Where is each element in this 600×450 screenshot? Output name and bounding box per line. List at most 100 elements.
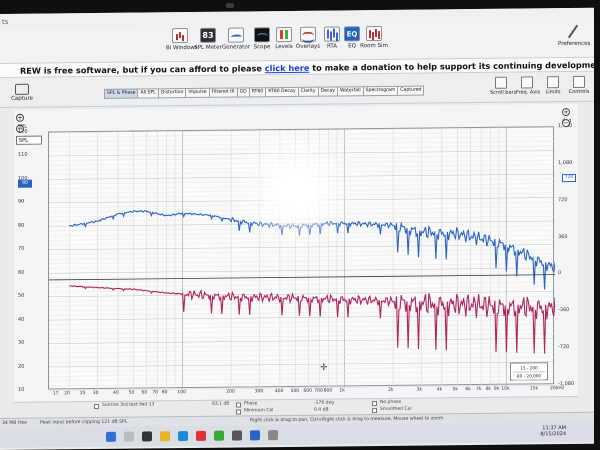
room-sim-label: Room Sim bbox=[360, 42, 388, 50]
tab-spectrogram[interactable]: Spectrogram bbox=[363, 85, 399, 97]
grid-line-horizontal bbox=[49, 267, 555, 274]
scroll-bars-button[interactable]: Scroll bars bbox=[490, 76, 516, 96]
x-tick-label: 40 bbox=[112, 390, 119, 396]
left-tick-label: 20 bbox=[18, 363, 25, 370]
tab-all-spl[interactable]: All SPL bbox=[138, 88, 159, 99]
spl-meter-button[interactable]: 83 SPL Meter bbox=[194, 27, 222, 51]
screen-glare bbox=[232, 130, 362, 250]
x-tick-label: 800 bbox=[323, 388, 333, 394]
grid-line-horizontal bbox=[49, 356, 555, 363]
tab-filtered-ir[interactable]: Filtered IR bbox=[209, 87, 238, 98]
x-tick-label: 5k bbox=[452, 387, 458, 393]
camera-icon bbox=[15, 83, 29, 95]
zoom-in-icon[interactable]: + bbox=[16, 113, 24, 122]
x-tick-label: 400 bbox=[274, 389, 284, 395]
left-tick-label: 110 bbox=[18, 152, 28, 159]
left-tick-label: 40 bbox=[18, 316, 25, 323]
status-hint: Right click & drag to pan, Ctrl+Right cl… bbox=[250, 416, 444, 424]
legend-swatch-smoothed[interactable] bbox=[372, 408, 377, 414]
tab-rt60[interactable]: RT60 bbox=[249, 87, 267, 98]
spl-select[interactable]: SPL bbox=[16, 135, 42, 145]
left-tick-label: 80 bbox=[18, 222, 25, 229]
x-tick-label: 200 bbox=[226, 389, 235, 395]
x-tick-label: 500 bbox=[290, 388, 300, 394]
edge-icon[interactable] bbox=[178, 431, 188, 442]
left-tick-label: 90 bbox=[18, 199, 25, 206]
preferences-button[interactable]: Preferences bbox=[558, 24, 590, 47]
search-icon[interactable] bbox=[124, 431, 134, 442]
right-tick-label: 1,080 bbox=[558, 159, 573, 167]
grid-line-horizontal bbox=[49, 319, 555, 326]
wrench-icon bbox=[566, 24, 580, 39]
limits-label: Limits bbox=[545, 89, 561, 96]
x-tick-label: 2k bbox=[388, 387, 394, 393]
right-marker-value: 720 bbox=[562, 173, 576, 183]
left-tick-label: 100 bbox=[18, 175, 28, 182]
x-tick-label: 50 bbox=[128, 390, 135, 396]
freq-axis-icon bbox=[521, 76, 533, 89]
rew-taskbar-icon[interactable] bbox=[250, 430, 260, 441]
generator-icon bbox=[228, 27, 244, 43]
x-tick-label: 8k bbox=[485, 386, 492, 392]
start-icon[interactable] bbox=[106, 431, 116, 442]
legend-swatch-no-phase[interactable] bbox=[372, 401, 377, 407]
legend-swatch-minimum[interactable] bbox=[236, 409, 241, 415]
tab-distortion[interactable]: Distortion bbox=[158, 88, 187, 99]
task-view-icon[interactable] bbox=[142, 431, 152, 442]
controls-icon bbox=[573, 75, 585, 88]
tab-waterfall[interactable]: Waterfall bbox=[338, 86, 364, 97]
explorer-icon[interactable] bbox=[160, 431, 170, 442]
legend-smoothed: Smoothed Cal bbox=[380, 406, 412, 413]
generator-button[interactable]: Generator bbox=[222, 27, 250, 51]
grid-line-horizontal bbox=[49, 338, 555, 344]
tab-decay[interactable]: Decay bbox=[318, 86, 339, 97]
x-tick-label: 6k bbox=[465, 387, 471, 393]
legend-swatch-phase[interactable] bbox=[236, 402, 241, 408]
levels-icon bbox=[276, 26, 292, 43]
x-tick-label: 25 bbox=[79, 391, 86, 397]
controls-button[interactable]: Controls bbox=[568, 75, 590, 95]
tab-spl-phase[interactable]: SPL & Phase bbox=[104, 88, 139, 99]
tab-impulse[interactable]: Impulse bbox=[186, 87, 210, 99]
legend-swatch-spl[interactable] bbox=[94, 403, 99, 410]
x-tick-label: 9k bbox=[493, 386, 500, 392]
right-tick-label: 720 bbox=[558, 196, 568, 203]
banner-suffix: to make a donation to help support its c… bbox=[309, 59, 594, 73]
legend-phase-value: -176 deg bbox=[314, 400, 335, 406]
limits-button[interactable]: Limits bbox=[542, 76, 564, 95]
grid-line-horizontal bbox=[49, 262, 555, 269]
tab-captured[interactable]: Captured bbox=[398, 85, 425, 96]
range-box: 15 - 200 80 - 20,000 bbox=[510, 362, 548, 381]
capture-button[interactable]: Capture bbox=[8, 83, 36, 102]
freq-axis-label: Freq. Axis bbox=[516, 89, 541, 96]
x-tick-label: 300 bbox=[254, 389, 264, 395]
app-icon-1[interactable] bbox=[196, 430, 206, 441]
legend-minimum-value: 0.4 dB bbox=[314, 407, 329, 413]
taskbar-clock[interactable]: 11:37 AM 8/15/2024 bbox=[540, 425, 566, 437]
range-row-2: 80 - 20,000 bbox=[513, 372, 545, 381]
scope-icon bbox=[254, 27, 270, 43]
left-tick-label: 60 bbox=[18, 269, 25, 276]
right-tick-label: 360 bbox=[558, 233, 568, 240]
app-icon-4[interactable] bbox=[268, 430, 278, 441]
tab-gd[interactable]: GD bbox=[237, 87, 250, 98]
app-icon-2[interactable] bbox=[214, 430, 224, 441]
tab-rt60-decay[interactable]: RT60 Decay bbox=[266, 86, 299, 98]
overlays-icon bbox=[300, 26, 316, 42]
room-sim-icon bbox=[366, 25, 382, 42]
x-tick-label: 700 bbox=[314, 388, 323, 394]
tab-clarity[interactable]: Clarity bbox=[298, 86, 319, 97]
donate-link[interactable]: click here bbox=[265, 63, 310, 73]
right-tick-label: -360 bbox=[558, 307, 570, 314]
app-icon-3[interactable] bbox=[232, 430, 242, 441]
right-zoom-out-icon[interactable]: − bbox=[562, 119, 570, 128]
x-tick-label: 15k bbox=[529, 386, 539, 392]
x-tick-label: 20 bbox=[64, 391, 70, 397]
x-tick-label: 600 bbox=[303, 388, 312, 394]
status-memory: 34 MB free bbox=[2, 420, 27, 426]
room-sim-button[interactable]: Room Sim bbox=[360, 25, 388, 50]
right-zoom-in-icon[interactable]: + bbox=[562, 108, 570, 117]
bi-windows-button[interactable]: Bi Windows bbox=[166, 28, 198, 51]
grid-line-horizontal bbox=[49, 258, 555, 265]
freq-axis-button[interactable]: Freq. Axis bbox=[516, 76, 541, 96]
